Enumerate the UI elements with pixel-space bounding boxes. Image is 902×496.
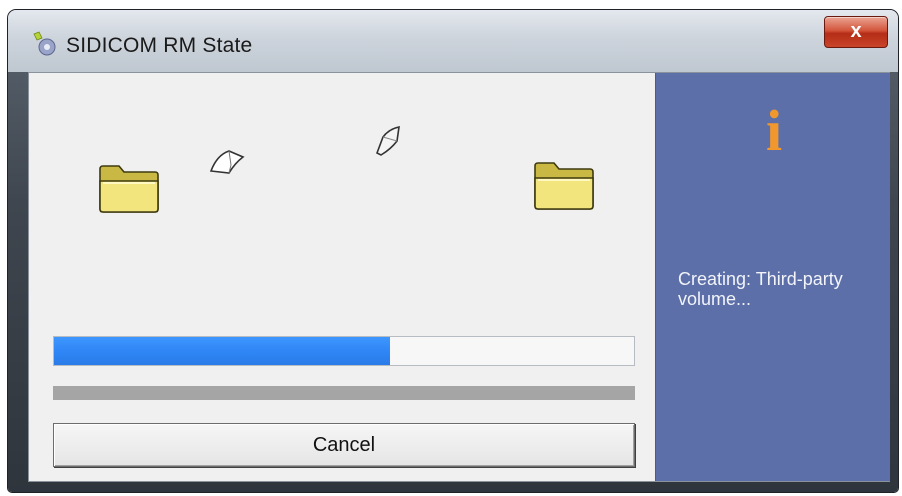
target-folder-icon <box>534 162 594 210</box>
flying-document-icon <box>209 150 245 174</box>
file-progress-bar <box>53 336 635 366</box>
dialog-client-area: Cancel i Creating: Third-party volume... <box>28 72 890 482</box>
close-icon: x <box>850 20 862 42</box>
total-progress-bar <box>53 386 635 400</box>
info-icon: i <box>765 98 783 163</box>
info-panel: i Creating: Third-party volume... <box>655 73 890 481</box>
total-progress-fill <box>53 386 635 400</box>
close-button[interactable]: x <box>824 16 888 48</box>
status-text: Creating: Third-party volume... <box>678 269 843 309</box>
source-folder-icon <box>99 165 159 213</box>
title-bar[interactable]: SIDICOM RM State x <box>8 10 898 72</box>
window-title: SIDICOM RM State <box>66 34 253 57</box>
app-icon <box>33 31 56 56</box>
flying-document-icon <box>375 125 400 156</box>
file-progress-fill <box>54 337 391 365</box>
cancel-button[interactable]: Cancel <box>53 423 635 467</box>
dialog-window: SIDICOM RM State x Cancel i Creating: Th… <box>8 10 898 492</box>
animation-pane: Cancel <box>29 73 654 481</box>
